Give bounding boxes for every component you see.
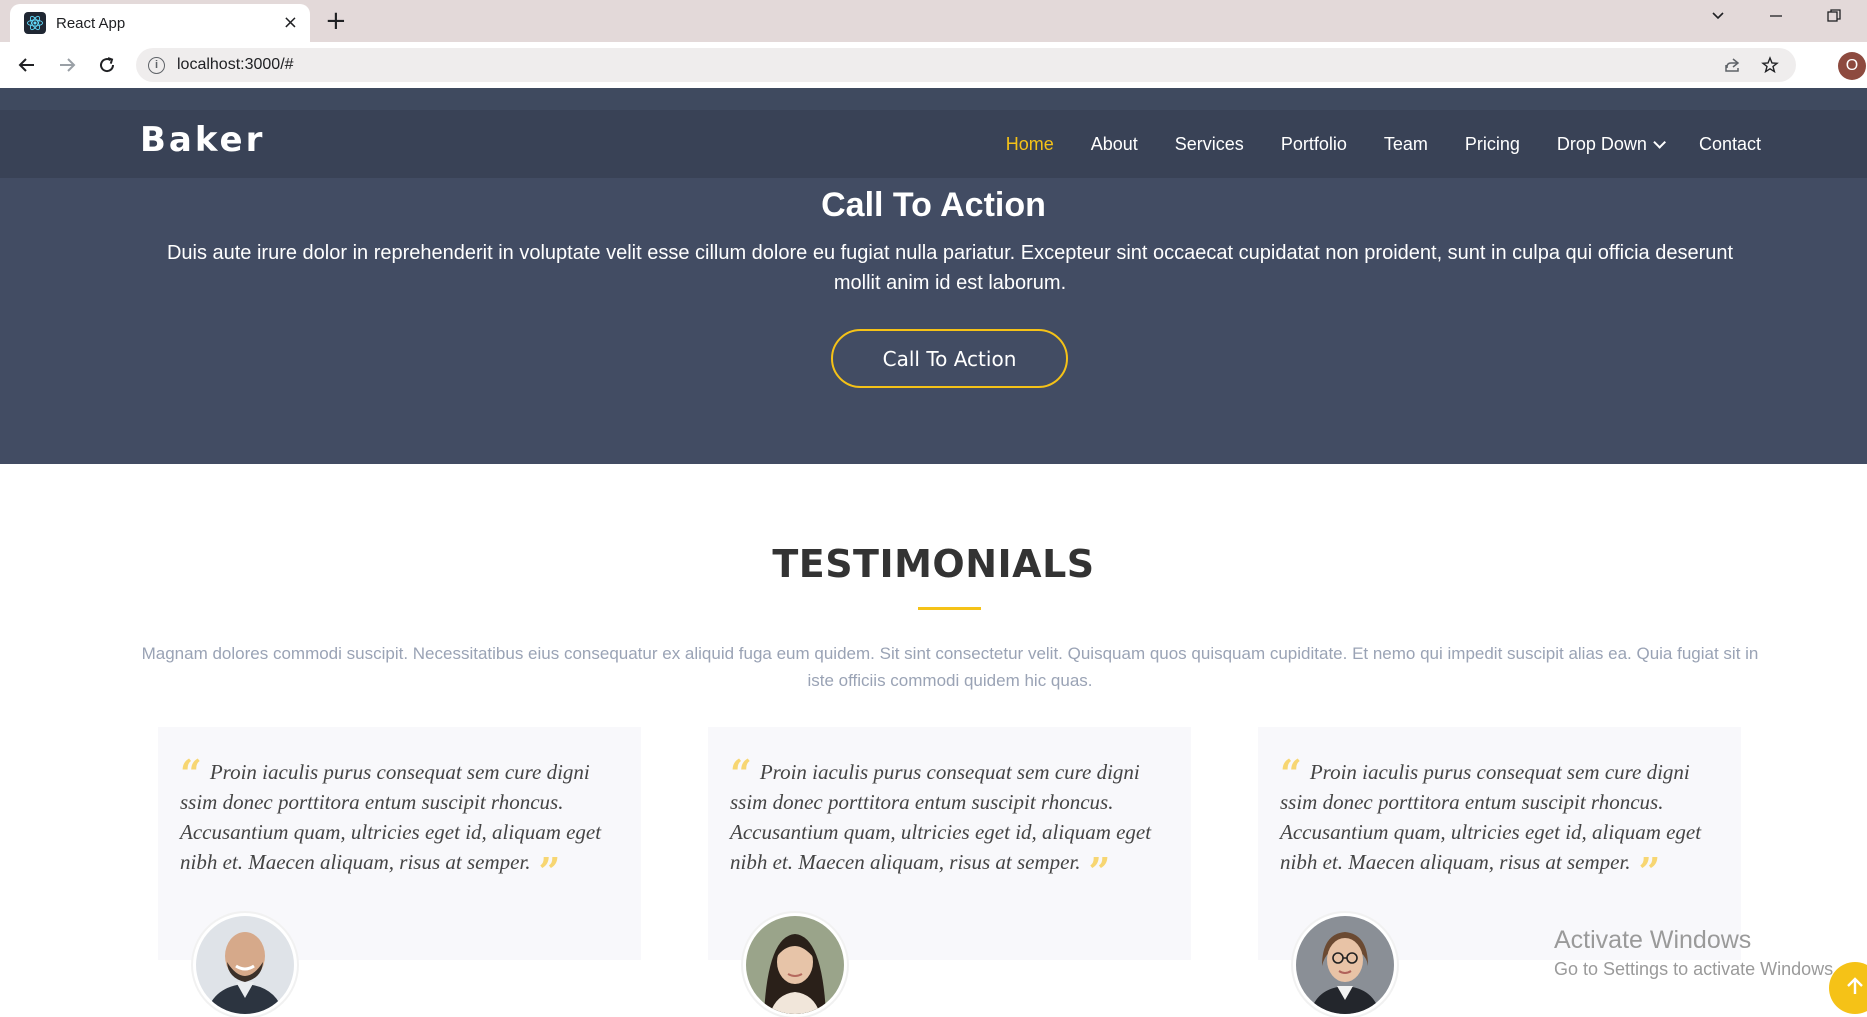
- browser-tab[interactable]: React App ×: [10, 4, 310, 42]
- testimonial-avatar: [743, 913, 847, 1017]
- forward-icon[interactable]: [52, 50, 82, 80]
- quote-text: Proin iaculis purus consequat sem cure d…: [1280, 760, 1702, 874]
- quote-text: Proin iaculis purus consequat sem cure d…: [730, 760, 1152, 874]
- url-text[interactable]: localhost:3000/#: [177, 56, 1720, 74]
- call-to-action-section: Call To Action Duis aute irure dolor in …: [0, 178, 1867, 464]
- tab-search-chevron-icon[interactable]: [1710, 8, 1726, 28]
- title-underline: [918, 607, 981, 610]
- testimonial-avatar: [1293, 913, 1397, 1017]
- restore-icon[interactable]: [1826, 8, 1842, 28]
- testimonial-quote: “Proin iaculis purus consequat sem cure …: [1280, 755, 1725, 891]
- quote-close-icon: ”: [1088, 849, 1111, 894]
- quote-close-icon: ”: [1638, 849, 1661, 894]
- nav-contact[interactable]: Contact: [1699, 134, 1761, 155]
- chevron-down-icon: [1653, 135, 1666, 149]
- watermark-title: Activate Windows: [1554, 926, 1752, 954]
- nav-dropdown-label: Drop Down: [1556, 133, 1647, 154]
- page-top-strip: [0, 88, 1867, 110]
- browser-toolbar: i localhost:3000/# O: [0, 42, 1867, 88]
- testimonial-quote: “Proin iaculis purus consequat sem cure …: [180, 755, 625, 891]
- testimonial-avatar: [193, 913, 297, 1017]
- new-tab-icon[interactable]: +: [325, 7, 347, 35]
- minimize-icon[interactable]: [1768, 8, 1784, 28]
- share-icon[interactable]: [1720, 53, 1744, 77]
- nav-dropdown[interactable]: Drop Down: [1556, 133, 1666, 155]
- bookmark-star-icon[interactable]: [1758, 53, 1782, 77]
- reload-icon[interactable]: [92, 50, 122, 80]
- quote-text: Proin iaculis purus consequat sem cure d…: [180, 760, 602, 874]
- cta-button[interactable]: Call To Action: [831, 329, 1068, 388]
- site-logo[interactable]: Baker: [140, 120, 265, 160]
- arrow-up-icon: [1844, 975, 1866, 1001]
- tab-title: React App: [56, 14, 126, 32]
- section-description: Magnam dolores commodi suscipit. Necessi…: [141, 644, 1759, 690]
- section-title: TESTIMONIALS: [772, 542, 1095, 586]
- main-nav: Home About Services Portfolio Team Prici…: [969, 110, 1761, 178]
- cta-text: Duis aute irure dolor in reprehenderit i…: [166, 242, 1734, 294]
- tab-close-icon[interactable]: ×: [283, 14, 298, 32]
- react-logo-icon: [24, 12, 46, 34]
- nav-pricing[interactable]: Pricing: [1465, 134, 1520, 155]
- nav-team[interactable]: Team: [1384, 134, 1428, 155]
- nav-home[interactable]: Home: [1006, 134, 1054, 155]
- quote-close-icon: ”: [538, 849, 561, 894]
- testimonial-quote: “Proin iaculis purus consequat sem cure …: [730, 755, 1175, 891]
- os-activation-watermark: Activate Windows Go to Settings to activ…: [1554, 926, 1838, 980]
- back-icon[interactable]: [12, 50, 42, 80]
- watermark-subtitle: Go to Settings to activate Windows.: [1554, 959, 1839, 979]
- cta-title: Call To Action: [821, 186, 1046, 224]
- nav-about[interactable]: About: [1091, 134, 1138, 155]
- address-bar[interactable]: i localhost:3000/#: [136, 48, 1796, 82]
- browser-tab-bar: React App × +: [0, 0, 1867, 42]
- site-header: Baker Home About Services Portfolio Team…: [0, 110, 1867, 178]
- nav-portfolio[interactable]: Portfolio: [1281, 134, 1347, 155]
- profile-avatar[interactable]: O: [1838, 52, 1866, 80]
- site-info-icon[interactable]: i: [148, 56, 165, 74]
- nav-services[interactable]: Services: [1175, 134, 1244, 155]
